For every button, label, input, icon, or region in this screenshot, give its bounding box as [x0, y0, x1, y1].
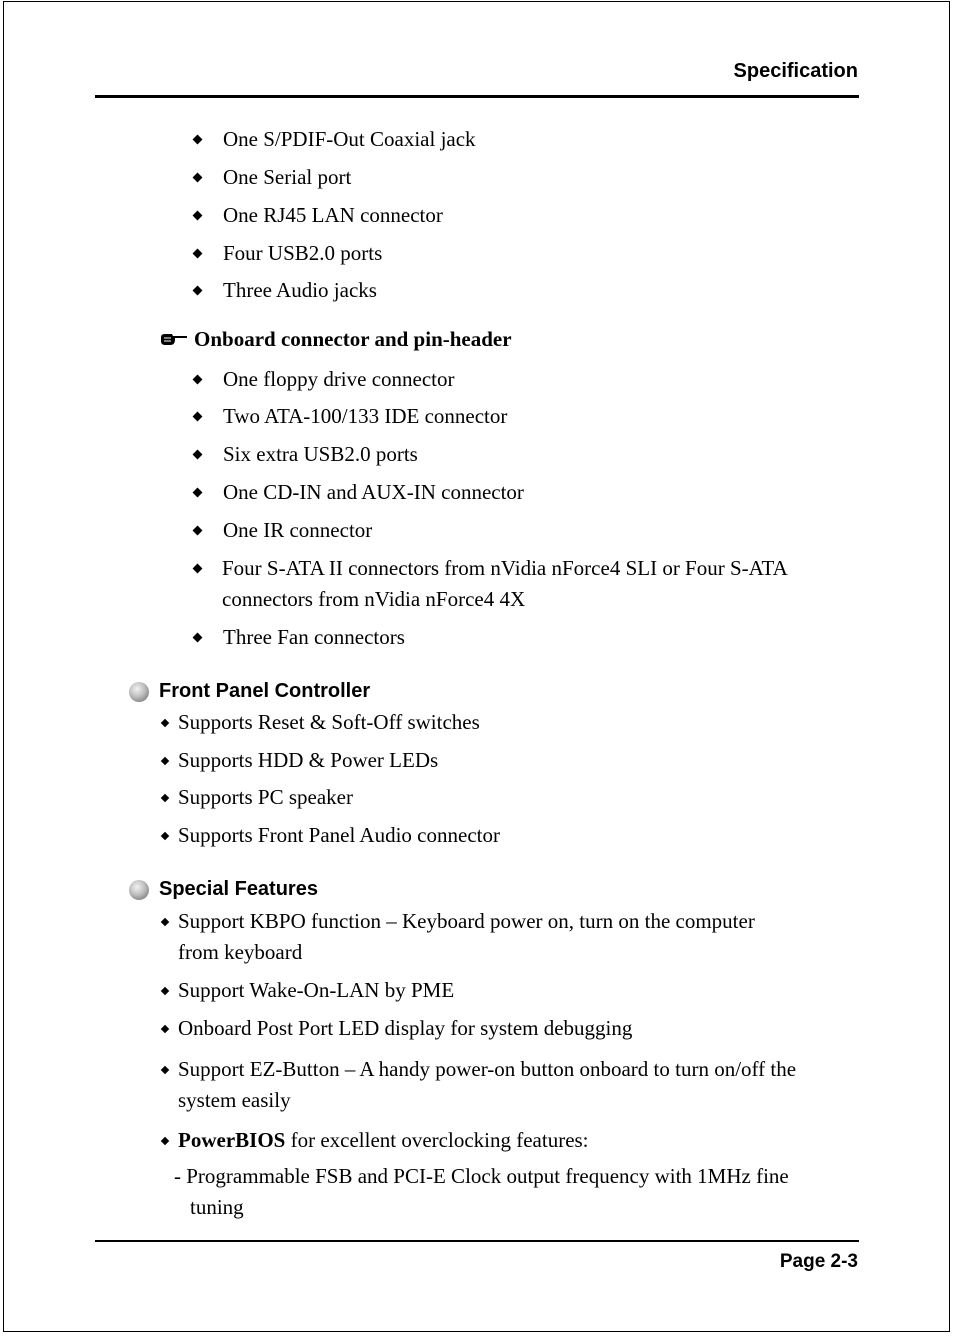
sphere-bullet-icon: [129, 681, 149, 702]
powerbios-label: PowerBIOS: [178, 1128, 286, 1152]
special-features-heading-label: Special Features: [159, 878, 318, 900]
front-panel-heading: Front Panel Controller: [129, 680, 370, 703]
pointing-hand-icon: [161, 333, 187, 345]
footer-divider: [95, 1240, 859, 1242]
header-divider: [95, 95, 859, 98]
onboard-connector-heading: Onboard connector and pin-header: [160, 327, 512, 352]
page-header-title: Specification: [733, 60, 858, 82]
front-panel-heading-label: Front Panel Controller: [159, 680, 371, 702]
onboard-heading-label: Onboard connector and pin-header: [194, 327, 512, 351]
sphere-bullet-icon: [129, 879, 149, 900]
page-number: Page 2-3: [779, 1251, 858, 1272]
powerbios-description: for excellent overclocking features:: [285, 1128, 589, 1152]
special-features-heading: Special Features: [129, 878, 318, 901]
